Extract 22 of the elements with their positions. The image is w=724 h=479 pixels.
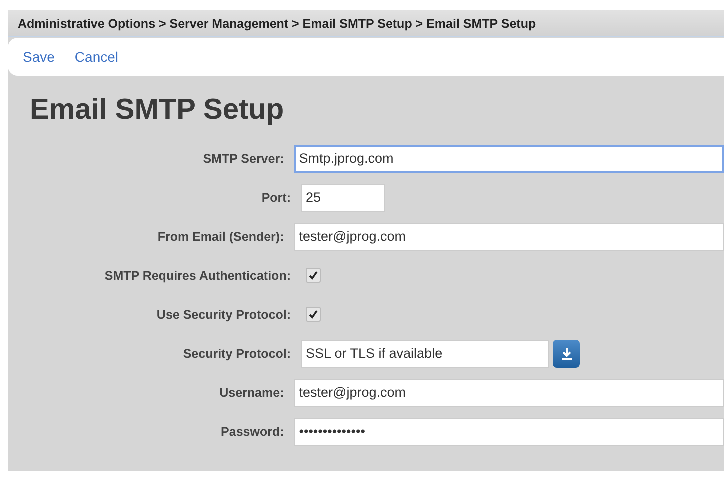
input-field[interactable]: Smtp.jprog.com xyxy=(294,144,724,172)
dropdown-button[interactable] xyxy=(553,340,580,368)
field-label: Security Protocol: xyxy=(182,346,291,360)
checkbox[interactable] xyxy=(306,307,321,322)
input-field[interactable]: tester@jprog.com xyxy=(294,378,724,406)
input-field[interactable]: tester@jprog.com xyxy=(294,222,724,250)
field-label: Username: xyxy=(218,386,284,400)
cancel-link[interactable]: Cancel xyxy=(74,49,119,65)
save-link[interactable]: Save xyxy=(23,49,55,65)
input-field[interactable]: 25 xyxy=(301,184,385,212)
field-label: Password: xyxy=(220,424,284,438)
checkbox[interactable] xyxy=(306,268,321,283)
field-label: SMTP Server: xyxy=(202,152,284,166)
page-title: Email SMTP Setup xyxy=(30,93,286,128)
field-label: Port: xyxy=(260,190,291,204)
field-label: SMTP Requires Authentication: xyxy=(104,268,291,282)
field-label: Use Security Protocol: xyxy=(156,308,291,322)
input-field[interactable]: •••••••••••••• xyxy=(294,418,724,446)
breadcrumb: Administrative Options > Server Management > Email SMTP Setup > Email SMTP Setup xyxy=(8,10,724,37)
field-label: From Email (Sender): xyxy=(156,230,284,244)
download-arrow-icon xyxy=(560,346,572,360)
dropdown-field[interactable]: SSL or TLS if available xyxy=(301,340,549,368)
